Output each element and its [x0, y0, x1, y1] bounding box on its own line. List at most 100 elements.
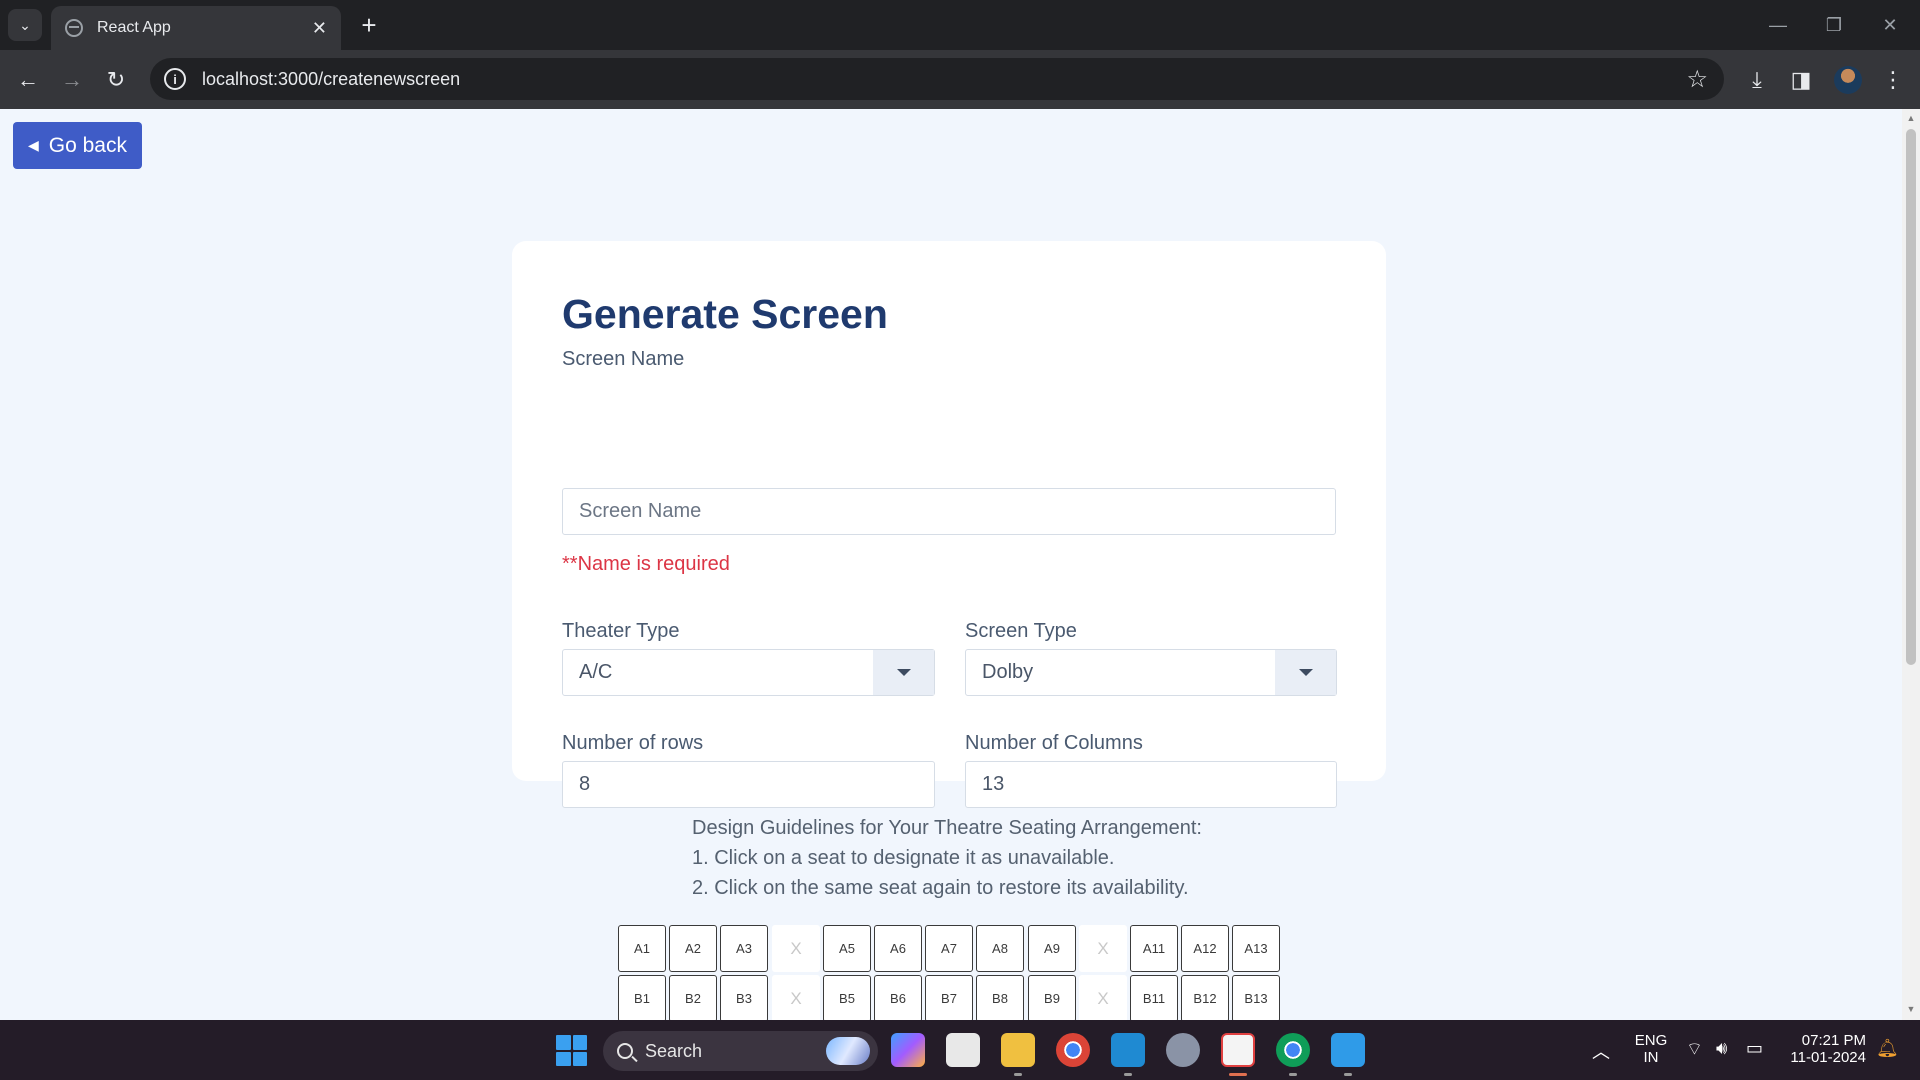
copilot-icon[interactable] — [891, 1033, 925, 1067]
chrome-profile-icon[interactable] — [1276, 1033, 1310, 1067]
tab-close-icon[interactable]: ✕ — [312, 18, 327, 39]
forward-arrow-icon[interactable]: → — [54, 62, 90, 98]
chrome-profile-indicator — [1289, 1073, 1297, 1076]
seat-button[interactable]: A7 — [925, 925, 973, 972]
screen-name-input[interactable]: Screen Name — [562, 488, 1336, 535]
battery-icon[interactable]: ▭ — [1746, 1038, 1763, 1059]
chevron-down-icon: ⌄ — [19, 16, 31, 33]
download-icon[interactable]: ⤓ — [1741, 64, 1773, 96]
site-info-icon[interactable]: i — [164, 68, 186, 90]
region-text: IN — [1643, 1049, 1659, 1066]
seat-button[interactable]: A11 — [1130, 925, 1178, 972]
seat-button[interactable]: B1 — [618, 975, 666, 1020]
file-explorer-icon[interactable] — [1001, 1033, 1035, 1067]
volume-icon[interactable]: 🔊︎ — [1716, 1038, 1727, 1059]
browser-toolbar: ← → ↻ i localhost:3000/createnewscreen ☆… — [0, 50, 1920, 109]
scroll-down-icon[interactable]: ▼ — [1906, 1004, 1916, 1014]
seat-button[interactable]: B9 — [1028, 975, 1076, 1020]
new-tab-button[interactable]: + — [352, 8, 386, 42]
globe-icon — [65, 19, 83, 37]
wifi-icon[interactable]: ⌔ — [1686, 1038, 1703, 1061]
tab-title: React App — [97, 19, 171, 36]
more-menu-icon[interactable]: ⋮ — [1877, 64, 1909, 96]
vscode-indicator — [1124, 1073, 1132, 1076]
guidelines-step-1: 1. Click on a seat to designate it as un… — [692, 847, 1115, 869]
columns-value: 13 — [982, 773, 1005, 795]
taskbar-search[interactable]: Search — [603, 1031, 878, 1071]
seat-button[interactable]: A1 — [618, 925, 666, 972]
seat-button[interactable]: A13 — [1232, 925, 1280, 972]
theater-type-select[interactable]: A/C — [562, 649, 935, 696]
seat-button[interactable]: A5 — [823, 925, 871, 972]
address-bar[interactable]: i localhost:3000/createnewscreen ☆ — [150, 58, 1724, 100]
seat-button[interactable]: A6 — [874, 925, 922, 972]
seat-button[interactable]: B2 — [669, 975, 717, 1020]
close-window-button[interactable]: ✕ — [1862, 8, 1918, 42]
design-guidelines: Design Guidelines for Your Theatre Seati… — [692, 813, 1202, 903]
theater-type-dropdown-button[interactable] — [873, 650, 934, 695]
search-icon — [617, 1043, 633, 1059]
browser-tab[interactable]: React App ✕ — [51, 6, 341, 50]
back-arrow-icon[interactable]: ← — [10, 62, 46, 98]
name-error-message: **Name is required — [562, 553, 730, 575]
settings-icon[interactable] — [1166, 1033, 1200, 1067]
seat-button[interactable]: A8 — [976, 925, 1024, 972]
go-back-button[interactable]: ◀ Go back — [13, 122, 142, 169]
seat-button[interactable]: A2 — [669, 925, 717, 972]
windows-start-icon[interactable] — [556, 1035, 587, 1066]
taskbar-search-label: Search — [645, 1040, 703, 1061]
scrollbar-thumb[interactable] — [1906, 129, 1916, 665]
search-highlight-image — [826, 1037, 870, 1065]
rows-value: 8 — [579, 773, 591, 795]
minimize-button[interactable]: — — [1750, 8, 1806, 42]
scroll-up-icon[interactable]: ▲ — [1906, 113, 1916, 123]
seat-button[interactable]: B3 — [720, 975, 768, 1020]
rows-input[interactable]: 8 — [562, 761, 935, 808]
restore-button[interactable]: ❐ — [1806, 8, 1862, 42]
theater-type-label: Theater Type — [562, 620, 680, 642]
seat-button[interactable]: B11 — [1130, 975, 1178, 1020]
date-text: 11-01-2024 — [1790, 1049, 1866, 1066]
page-scrollbar[interactable]: ▲ ▼ — [1902, 109, 1920, 1020]
notepad-icon[interactable] — [1331, 1033, 1365, 1067]
screen-name-label: Screen Name — [562, 348, 685, 370]
file-explorer-indicator — [1014, 1073, 1022, 1076]
seat-button[interactable]: B13 — [1232, 975, 1280, 1020]
screen-type-select[interactable]: Dolby — [965, 649, 1337, 696]
url-text[interactable]: localhost:3000/createnewscreen — [202, 69, 1686, 90]
clock[interactable]: 07:21 PM 11-01-2024 — [1776, 1032, 1866, 1066]
columns-input[interactable]: 13 — [965, 761, 1337, 808]
seat-gap-marker: X — [1079, 975, 1127, 1020]
seat-button[interactable]: A12 — [1181, 925, 1229, 972]
side-panel-icon[interactable]: ◨ — [1785, 64, 1817, 96]
profile-avatar[interactable] — [1834, 66, 1862, 94]
seat-button[interactable]: B6 — [874, 975, 922, 1020]
seat-button[interactable]: A9 — [1028, 925, 1076, 972]
snipping-tool-icon[interactable] — [1221, 1033, 1255, 1067]
caret-left-icon: ◀ — [28, 137, 39, 153]
generate-screen-card: Generate Screen Screen Name Screen Name … — [512, 241, 1386, 808]
browser-tab-strip: ⌄ React App ✕ + — ❐ ✕ — [0, 0, 1920, 50]
seat-button[interactable]: B5 — [823, 975, 871, 1020]
screen-name-placeholder: Screen Name — [579, 500, 702, 522]
task-view-icon[interactable] — [946, 1033, 980, 1067]
chevron-up-icon[interactable]: ︿ — [1592, 1038, 1610, 1064]
snipping-tool-indicator — [1229, 1073, 1247, 1076]
guidelines-step-2: 2. Click on the same seat again to resto… — [692, 877, 1189, 899]
reload-icon[interactable]: ↻ — [98, 62, 134, 98]
seat-button[interactable]: B7 — [925, 975, 973, 1020]
windows-taskbar: Search ︿ ENG IN ⌔ 🔊︎ ▭ 07:21 PM 11-01-20… — [0, 1020, 1920, 1080]
language-indicator[interactable]: ENG IN — [1628, 1032, 1674, 1066]
vscode-icon[interactable] — [1111, 1033, 1145, 1067]
seat-button[interactable]: B8 — [976, 975, 1024, 1020]
bookmark-star-icon[interactable]: ☆ — [1686, 65, 1708, 94]
chrome-icon[interactable] — [1056, 1033, 1090, 1067]
seat-button[interactable]: B12 — [1181, 975, 1229, 1020]
screen-type-dropdown-button[interactable] — [1275, 650, 1336, 695]
guidelines-heading: Design Guidelines for Your Theatre Seati… — [692, 817, 1202, 839]
theater-type-value: A/C — [579, 661, 613, 683]
tab-search-button[interactable]: ⌄ — [8, 9, 42, 41]
notification-bell-icon[interactable]: 🔔︎ — [1876, 1038, 1899, 1059]
seat-button[interactable]: A3 — [720, 925, 768, 972]
columns-label: Number of Columns — [965, 732, 1143, 754]
